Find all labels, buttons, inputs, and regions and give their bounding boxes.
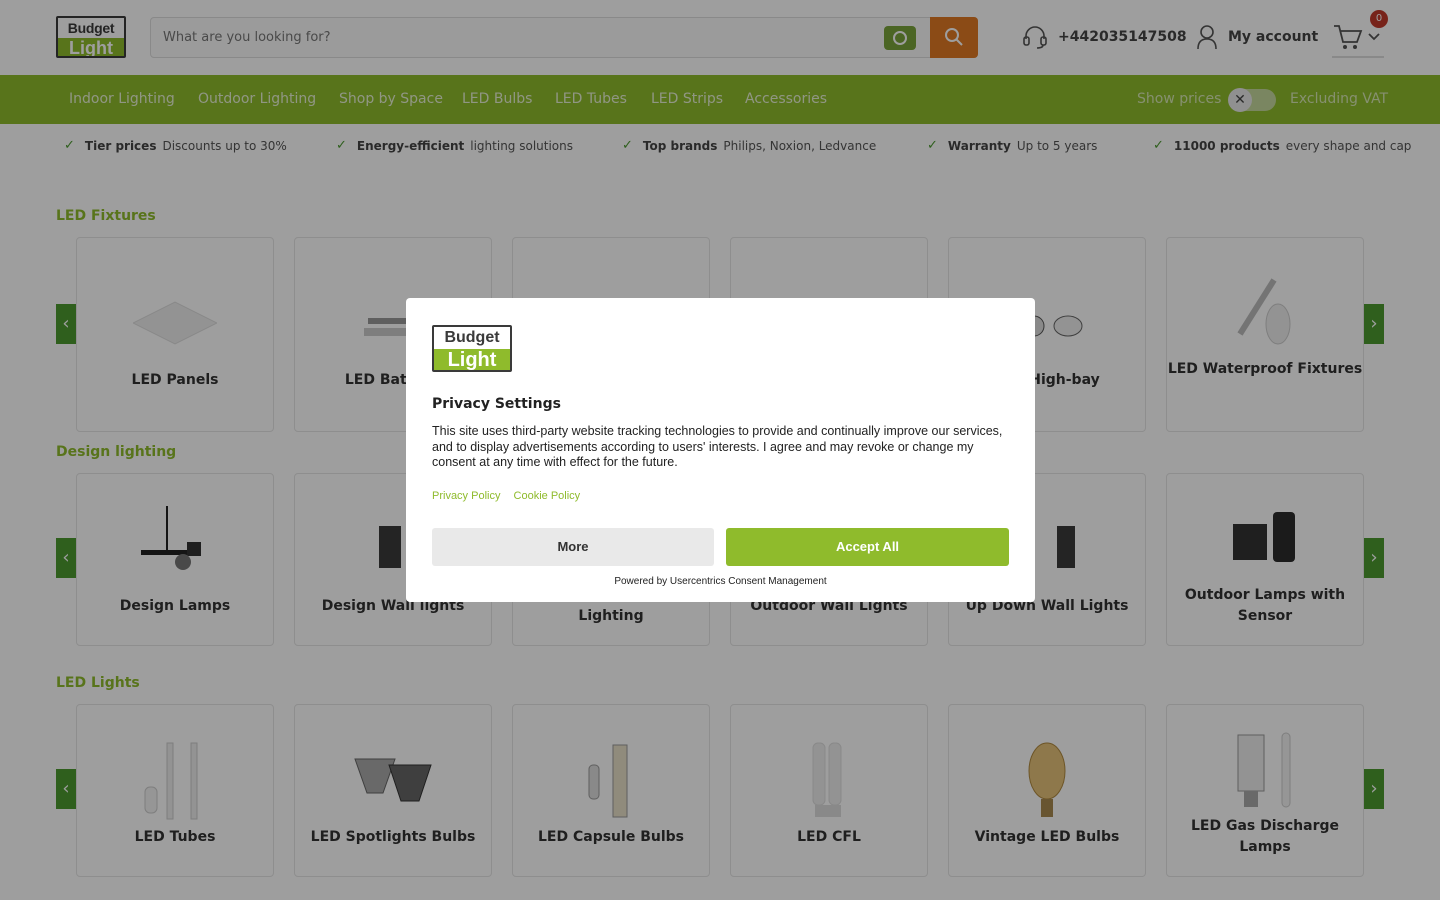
powered-by-text: Powered by Usercentrics Consent Manageme… bbox=[614, 576, 827, 587]
dialog-title: Privacy Settings bbox=[432, 396, 561, 412]
accept-all-button[interactable]: Accept All bbox=[726, 528, 1009, 566]
privacy-settings-dialog: Budget Light Privacy Settings This site … bbox=[406, 298, 1035, 602]
privacy-policy-link[interactable]: Privacy Policy bbox=[432, 490, 500, 502]
logo-text-top: Budget bbox=[434, 327, 510, 349]
cookie-policy-link[interactable]: Cookie Policy bbox=[514, 490, 581, 502]
more-button[interactable]: More bbox=[432, 528, 714, 566]
logo-text-bottom: Light bbox=[434, 349, 510, 370]
dialog-body-text: This site uses third-party website track… bbox=[432, 424, 1003, 469]
budget-light-logo: Budget Light bbox=[432, 325, 512, 372]
policy-links: Privacy Policy Cookie Policy bbox=[432, 490, 590, 502]
